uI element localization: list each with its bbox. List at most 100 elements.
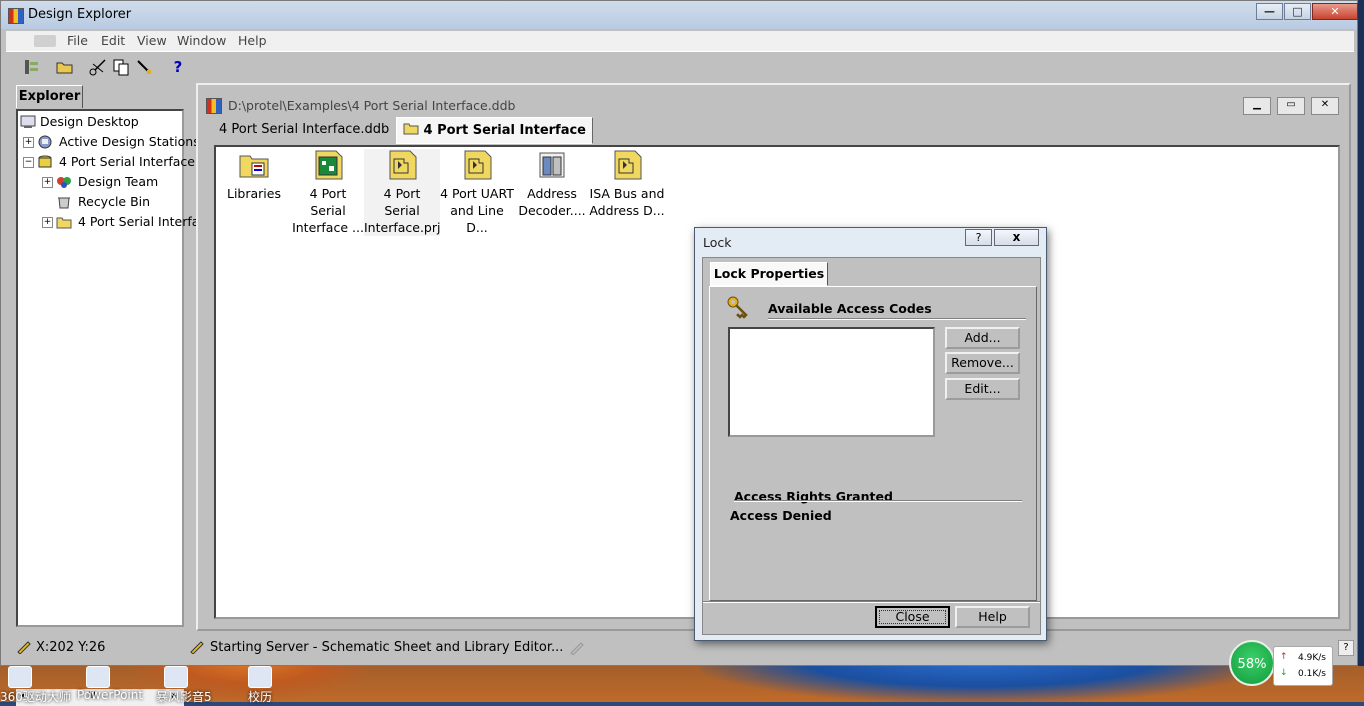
document-icon [206,98,222,114]
tree-item-label: Design Desktop [40,114,139,129]
dialog-help-button[interactable]: ? [965,229,992,246]
tab-ddb[interactable]: 4 Port Serial Interface.ddb [213,117,395,142]
minimize-button[interactable]: — [1256,3,1283,20]
task-label[interactable]: 360驱动大师 [0,688,71,705]
help-dialog-button[interactable]: Help [955,606,1030,628]
file-item-selected[interactable]: 4 Port Serial Interface.prj [364,149,440,236]
upload-arrow-icon: ↑ [1280,652,1288,662]
upload-speed: 4.9K/s [1298,653,1326,663]
lock-properties-panel: Available Access Codes Add... Remove... … [709,286,1037,601]
expand-icon[interactable]: + [42,217,53,228]
file-item[interactable]: ISA Bus and Address D... [589,149,665,219]
cursor-coordinates: X:202 Y:26 [36,640,106,655]
file-label: 4 Port Serial Interface.prj [364,186,441,235]
calendar-icon[interactable] [248,666,272,688]
desktop-strip [1358,0,1364,666]
doc-restore-button[interactable]: ▭ [1277,97,1305,115]
folder-icon [56,215,72,229]
file-item[interactable]: Libraries [216,149,292,202]
expand-icon[interactable]: + [42,177,53,188]
file-label: Address Decoder.... [518,186,586,218]
status-message: Starting Server - Schematic Sheet and Li… [210,640,564,655]
taskbar: 360驱动大师 PowerPoint 暴风影音5 校历 [0,666,1364,705]
menu-file[interactable]: File [67,33,88,48]
isa-bus-document-icon [611,149,643,181]
divider [703,601,1040,603]
memory-usage-gauge[interactable]: 58% [1229,640,1275,686]
file-label: 4 Port Serial Interface ... [292,186,364,235]
explorer-tree: Design Desktop + Active Design Stations … [16,109,214,627]
baofeng-icon[interactable] [164,666,188,688]
design-explorer-window: Design Explorer — □ ✕ File Edit View Win… [0,0,1358,706]
divider [768,318,1026,320]
recycle-bin-icon [56,195,72,209]
document-path: D:\protel\Examples\4 Port Serial Interfa… [228,98,516,113]
expand-icon[interactable]: + [23,137,34,148]
menu-window[interactable]: Window [177,33,226,48]
network-monitor[interactable]: 58% ↑ 4.9K/s ↓ 0.1K/s [1229,640,1334,688]
explorer-panel: Explorer Design Desktop + Active Design … [11,83,214,706]
close-dialog-button[interactable]: Close [875,606,950,628]
open-folder-icon[interactable] [56,58,74,76]
app-icon [8,8,24,24]
tab-explorer[interactable]: Explorer [16,85,83,108]
doc-close-button[interactable]: ✕ [1311,97,1339,115]
pencil-icon [16,640,32,657]
network-speed-box: ↑ 4.9K/s ↓ 0.1K/s [1273,646,1333,686]
desktop-icon [20,115,36,129]
explorer-tree-icon[interactable] [23,58,41,76]
file-item[interactable]: 4 Port Serial Interface ... [290,149,366,236]
collapse-icon[interactable]: − [23,157,34,168]
design-team-icon [56,175,72,189]
task-label[interactable]: 暴风影音5 [156,688,212,705]
divider [734,500,1022,502]
dialog-close-button[interactable]: x [994,229,1039,246]
menu-help[interactable]: Help [238,33,267,48]
tab-folder[interactable]: 4 Port Serial Interface [396,117,593,144]
address-document-icon [536,149,568,181]
edit-button[interactable]: Edit... [945,378,1020,400]
cut-icon[interactable] [89,58,107,76]
tree-item-label: 4 Port Serial Interface [59,154,195,169]
download-speed: 0.1K/s [1298,669,1326,679]
file-item[interactable]: Address Decoder.... [514,149,590,219]
title-bar[interactable]: Design Explorer — □ ✕ [1,1,1358,29]
tab-lock-properties[interactable]: Lock Properties [710,262,828,286]
system-menu-arrow-icon[interactable] [34,35,56,47]
paste-icon[interactable] [135,58,153,76]
maximize-button[interactable]: □ [1284,3,1311,20]
access-codes-list[interactable] [728,327,935,437]
close-button[interactable]: ✕ [1312,3,1358,20]
file-label: 4 Port UART and Line D... [440,186,514,235]
tree-item-label: Design Team [78,174,159,189]
download-arrow-icon: ↓ [1280,668,1288,678]
powerpoint-icon[interactable] [86,666,110,688]
menu-bar: File Edit View Window Help [6,31,1354,51]
driver-master-icon[interactable] [8,666,32,688]
key-icon [726,295,748,319]
tab-folder-label: 4 Port Serial Interface [423,123,586,138]
project-document-icon [386,149,418,181]
tree-item-label: Recycle Bin [78,194,151,209]
workstation-icon [37,135,53,149]
task-label[interactable]: 校历 [248,688,272,705]
pcb-document-icon [312,149,344,181]
status-bar: X:202 Y:26 Starting Server - Schematic S… [6,633,1354,663]
database-icon [37,155,53,169]
document-tabs: 4 Port Serial Interface.ddb 4 Port Seria… [208,117,1343,144]
widget-help-icon[interactable]: ? [1338,640,1354,656]
copy-icon[interactable] [112,58,130,76]
doc-minimize-button[interactable]: ▁ [1243,97,1271,115]
menu-view[interactable]: View [137,33,167,48]
remove-button[interactable]: Remove... [945,352,1020,374]
add-button[interactable]: Add... [945,327,1020,349]
access-rights-value: Access Denied [730,508,832,523]
task-label[interactable]: PowerPoint [77,688,143,702]
menu-edit[interactable]: Edit [101,33,125,48]
help-icon[interactable]: ? [169,58,187,76]
file-label: Libraries [227,186,281,201]
dialog-title: Lock [703,235,732,250]
file-item[interactable]: 4 Port UART and Line D... [439,149,515,236]
schematic-document-icon [461,149,493,181]
window-title: Design Explorer [28,7,132,22]
